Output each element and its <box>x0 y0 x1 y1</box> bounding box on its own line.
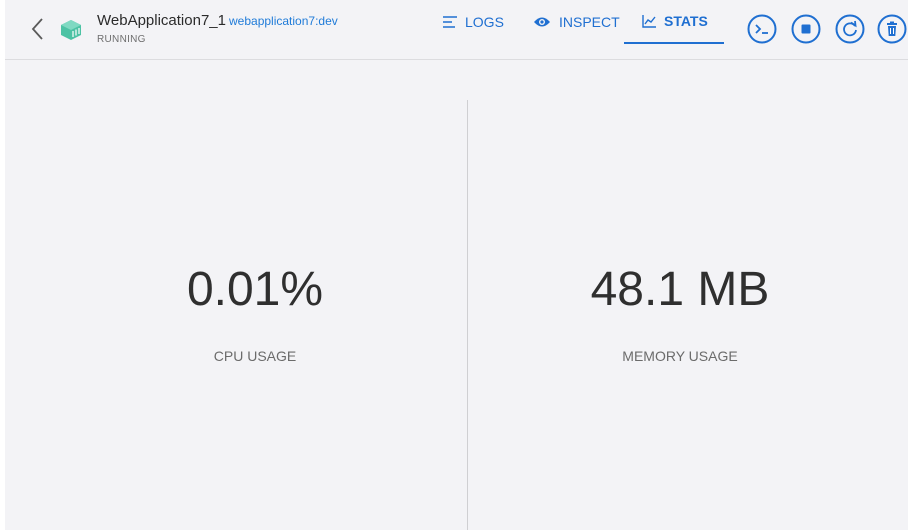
open-terminal-button[interactable] <box>747 14 777 44</box>
stats-divider <box>467 100 468 530</box>
tab-inspect[interactable]: INSPECT <box>533 0 620 44</box>
container-status: RUNNING <box>97 34 146 45</box>
delete-button[interactable] <box>877 14 907 44</box>
tab-stats[interactable]: STATS <box>624 0 724 44</box>
terminal-icon <box>747 14 777 44</box>
trash-icon <box>877 14 907 44</box>
tab-stats-label: STATS <box>664 13 708 29</box>
cpu-stat: 0.01% CPU USAGE <box>155 263 355 365</box>
memory-stat: 48.1 MB MEMORY USAGE <box>580 263 780 365</box>
logs-icon <box>443 16 457 28</box>
stats-panel: 0.01% CPU USAGE 48.1 MB MEMORY USAGE <box>5 60 908 530</box>
restart-button[interactable] <box>835 14 865 44</box>
tab-logs[interactable]: LOGS <box>443 0 504 44</box>
cpu-usage-label: CPU USAGE <box>213 348 297 364</box>
memory-usage-value: 48.1 MB <box>590 263 770 316</box>
container-name: WebApplication7_1 <box>97 12 226 29</box>
stop-button[interactable] <box>791 14 821 44</box>
chart-icon <box>642 14 656 28</box>
back-button[interactable] <box>27 14 51 44</box>
stop-icon <box>791 14 821 44</box>
eye-icon <box>534 17 550 27</box>
cpu-usage-value: 0.01% <box>186 263 324 316</box>
container-header: WebApplication7_1 webapplication7:dev RU… <box>5 0 908 60</box>
container-image-link[interactable]: webapplication7:dev <box>229 14 338 28</box>
memory-usage-label: MEMORY USAGE <box>622 348 738 364</box>
chevron-left-icon <box>31 18 43 40</box>
tab-inspect-label: INSPECT <box>559 14 620 30</box>
tab-logs-label: LOGS <box>465 14 504 30</box>
restart-icon <box>835 14 865 44</box>
container-icon <box>59 18 83 42</box>
